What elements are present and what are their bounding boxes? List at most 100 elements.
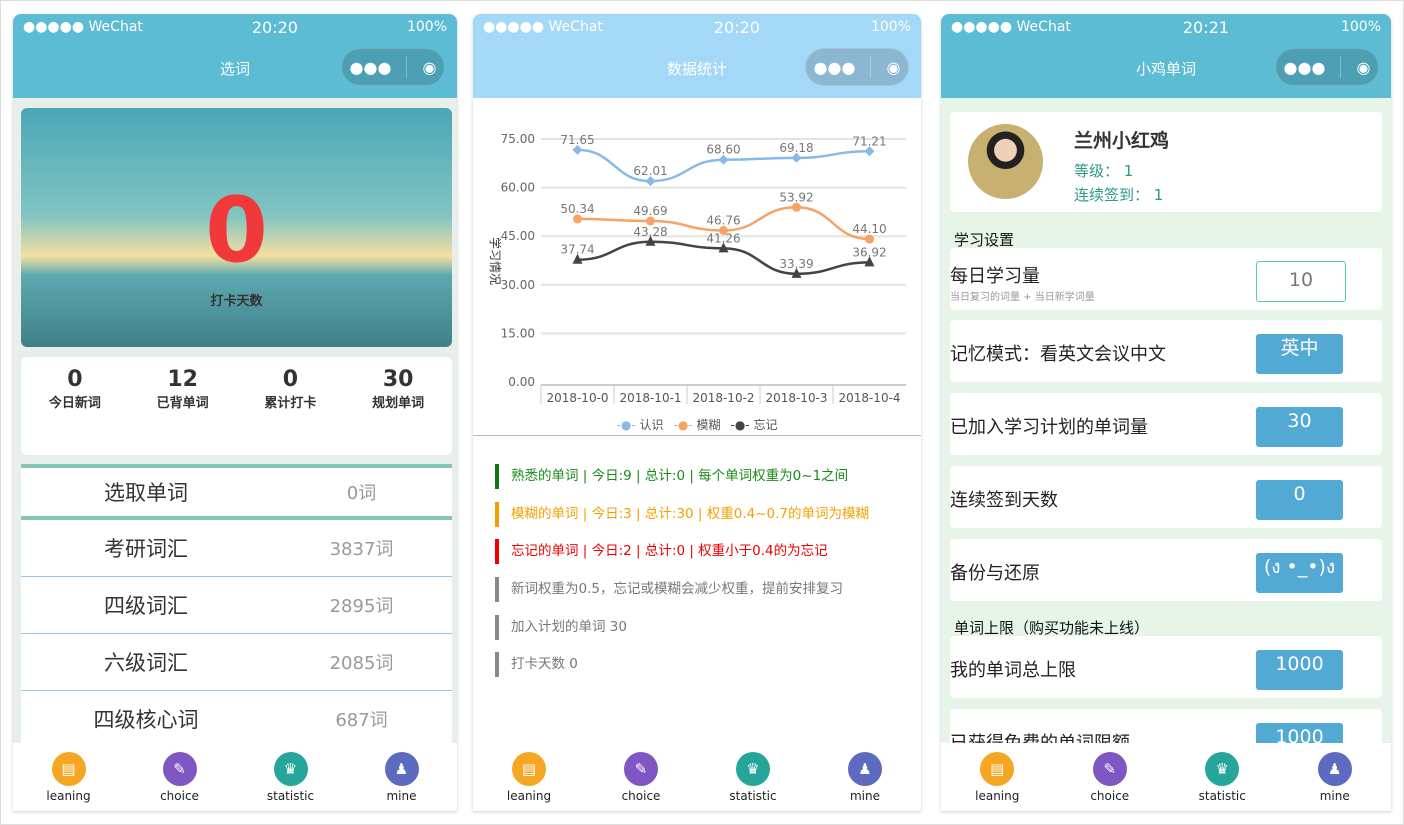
legend-item[interactable]: -●- 认识	[617, 418, 664, 432]
user-icon: ♟	[848, 751, 882, 786]
trophy-icon: ♛	[736, 751, 770, 786]
data-label: 49.69	[633, 204, 667, 218]
edit-icon: ✎	[1092, 751, 1127, 786]
data-label: 37.74	[560, 243, 594, 257]
data-label: 36.92	[852, 245, 886, 259]
data-label: 43.28	[633, 225, 667, 239]
stat-note: 忘记的单词 | 今日:2 | 总计:0 | 权重小于0.4的为忘记	[495, 539, 921, 565]
x-tick-label: 2018-10-1	[619, 391, 681, 405]
stat-note: 打卡天数 0	[495, 652, 921, 678]
stat: 30 规划单词	[372, 367, 425, 411]
y-tick-label: 60.00	[501, 181, 535, 195]
tab-bar: ▤ leaning ✎ choice ♛ statistic ♟ mine	[941, 743, 1391, 811]
more-icon[interactable]: ●●●	[1284, 58, 1326, 77]
more-icon[interactable]: ●●●	[814, 58, 856, 77]
header: ●●●●● WeChat 20:20 100% 选词 ●●● ◉	[13, 14, 457, 98]
tab-choice[interactable]: ✎ choice	[130, 751, 230, 803]
data-label: 71.21	[852, 134, 886, 148]
notepad-icon: ▤	[512, 751, 546, 786]
legend-item[interactable]: -●- 模糊	[674, 418, 721, 432]
tab-leaning[interactable]: ▤ leaning	[19, 751, 119, 803]
setting-button[interactable]: 30	[1256, 407, 1343, 447]
x-tick-label: 2018-10-2	[692, 391, 754, 405]
y-tick-label: 30.00	[501, 278, 535, 292]
line-chart: 0.00 15.00 30.00 45.00 60.00 75.00 2018-10-0 20…	[488, 132, 906, 405]
capsule-menu[interactable]: ●●● ◉	[1275, 48, 1379, 86]
setting-button[interactable]: 0	[1256, 480, 1343, 520]
time: 20:20	[251, 17, 298, 37]
tab-mine[interactable]: ♟ mine	[815, 751, 915, 803]
x-tick-label: 2018-10-3	[765, 391, 827, 405]
data-label: 53.92	[779, 190, 813, 204]
more-icon[interactable]: ●●●	[350, 58, 392, 77]
checkin-days: 0	[205, 178, 268, 283]
phone-statistics: ●●●●● WeChat 20:20 100% 数据统计 ●●● ◉ 0.00 15.0…	[473, 14, 921, 811]
user-name: 兰州小红鸡	[1074, 130, 1170, 152]
setting-button[interactable]: (ง •_•)ง	[1256, 553, 1343, 593]
wordbook-list: 选取单词 0词 考研词汇 3837词 四级词汇 2895词 六级词汇 2085词 四级核…	[21, 464, 452, 748]
trophy-icon: ♛	[273, 751, 308, 786]
tab-statistic[interactable]: ♛ statistic	[703, 751, 803, 803]
y-tick-label: 45.00	[501, 229, 535, 243]
checkin-label: 打卡天数	[210, 294, 263, 309]
data-label: 62.01	[633, 164, 667, 178]
tab-bar: ▤ leaning ✎ choice ♛ statistic ♟ mine	[473, 743, 921, 811]
setting-row: 记忆模式：看英文会议中文 英中	[950, 320, 1382, 382]
limit-button[interactable]: 1000	[1256, 650, 1343, 690]
chart-legend: -●- 认识 -●- 模糊 -●- 忘记	[473, 416, 921, 433]
carrier: ●●●●● WeChat	[23, 19, 143, 35]
notepad-icon: ▤	[51, 751, 86, 786]
daily-amount-input[interactable]: 10	[1256, 261, 1346, 302]
setting-row: 备份与还原 (ง •_•)ง	[950, 539, 1382, 601]
tab-leaning[interactable]: ▤ leaning	[947, 751, 1047, 803]
data-label: 68.60	[706, 143, 740, 157]
header: ●●●●● WeChat 20:20 100% 数据统计 ●●● ◉	[473, 14, 921, 98]
data-label: 44.10	[852, 222, 886, 236]
setting-button[interactable]: 英中	[1256, 334, 1343, 374]
user-icon: ♟	[1317, 751, 1352, 786]
capsule-menu[interactable]: ●●● ◉	[805, 48, 909, 86]
capsule-menu[interactable]: ●●● ◉	[341, 48, 445, 86]
list-item[interactable]: 考研词汇 3837词	[21, 520, 452, 577]
close-target-icon[interactable]: ◉	[887, 58, 901, 77]
data-label: 69.18	[779, 141, 813, 155]
tab-statistic[interactable]: ♛ statistic	[1172, 751, 1272, 803]
limit-row: 我的单词总上限 1000	[950, 636, 1382, 698]
stat: 0 今日新词	[48, 367, 101, 411]
y-tick-label: 0.00	[508, 375, 535, 389]
setting-row: 已加入学习计划的单词量 30	[950, 393, 1382, 455]
edit-icon: ✎	[162, 751, 197, 786]
data-label: 41.26	[706, 231, 740, 245]
stat: 0 累计打卡	[264, 367, 317, 411]
status-bar: ●●●●● WeChat 20:21 100%	[951, 17, 1381, 37]
close-target-icon[interactable]: ◉	[1357, 58, 1371, 77]
tab-leaning[interactable]: ▤ leaning	[479, 751, 579, 803]
y-axis-label: 学习情况	[488, 237, 503, 285]
stat-notes: 熟悉的单词 | 今日:9 | 总计:0 | 每个单词权重为0~1之间 模糊的单词 …	[495, 464, 921, 690]
daily-amount-row: 每日学习量 当日复习的词量 + 当日新学词量 10	[950, 248, 1382, 310]
tab-mine[interactable]: ♟ mine	[1285, 751, 1385, 803]
tab-choice[interactable]: ✎ choice	[1060, 751, 1160, 803]
phone-select-words: ●●●●● WeChat 20:20 100% 选词 ●●● ◉ 0 打卡天数 0 今日…	[13, 14, 457, 811]
stat-note: 加入计划的单词 30	[495, 614, 921, 640]
x-tick-label: 2018-10-4	[838, 391, 900, 405]
list-item[interactable]: 四级词汇 2895词	[21, 577, 452, 634]
tab-statistic[interactable]: ♛ statistic	[241, 751, 341, 803]
tab-choice[interactable]: ✎ choice	[591, 751, 691, 803]
stats-panel: 0 今日新词 12 已背单词 0 累计打卡 30 规划单词	[21, 357, 452, 455]
section-title: 单词上限（购买功能未上线）	[954, 619, 1150, 637]
stat-note: 模糊的单词 | 今日:3 | 总计:30 | 权重0.4~0.7的单词为模糊	[495, 501, 921, 527]
tab-bar: ▤ leaning ✎ choice ♛ statistic ♟ mine	[13, 743, 457, 811]
tab-mine[interactable]: ♟ mine	[352, 751, 452, 803]
select-words-row[interactable]: 选取单词 0词	[21, 464, 452, 520]
section-title: 学习设置	[954, 231, 1015, 249]
y-tick-label: 75.00	[501, 132, 535, 146]
legend-item[interactable]: -●- 忘记	[730, 418, 777, 432]
header: ●●●●● WeChat 20:21 100% 小鸡单词 ●●● ◉	[941, 14, 1391, 98]
user-level: 等级： 1	[1074, 162, 1134, 180]
close-target-icon[interactable]: ◉	[423, 58, 437, 77]
list-item[interactable]: 六级词汇 2085词	[21, 634, 452, 691]
list-item[interactable]: 四级核心词 687词	[21, 691, 452, 748]
data-label: 50.34	[560, 202, 594, 216]
status-bar: ●●●●● WeChat 20:20 100%	[13, 14, 457, 40]
